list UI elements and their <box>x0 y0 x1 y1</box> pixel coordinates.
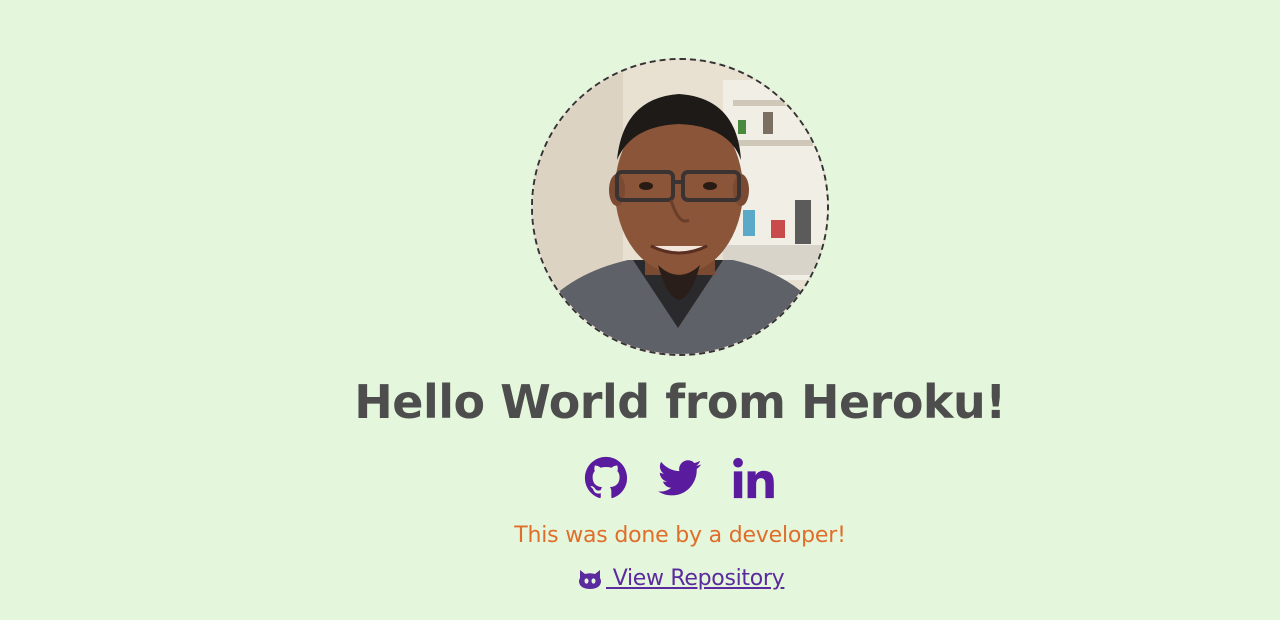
twitter-link[interactable] <box>657 456 703 500</box>
profile-avatar <box>531 58 829 356</box>
linkedin-icon <box>733 457 774 499</box>
view-repository-link[interactable]: View Repository <box>578 563 785 595</box>
github-icon <box>584 456 628 499</box>
github-link[interactable] <box>583 456 629 500</box>
avatar-photo <box>533 60 827 354</box>
linkedin-link[interactable] <box>731 456 777 500</box>
view-repository-label: View Repository <box>606 566 785 591</box>
developer-tagline: This was done by a developer! <box>514 523 846 548</box>
github-octocat-icon <box>579 570 601 589</box>
twitter-icon <box>658 460 702 496</box>
page-title: Hello World from Heroku! <box>354 375 1006 429</box>
